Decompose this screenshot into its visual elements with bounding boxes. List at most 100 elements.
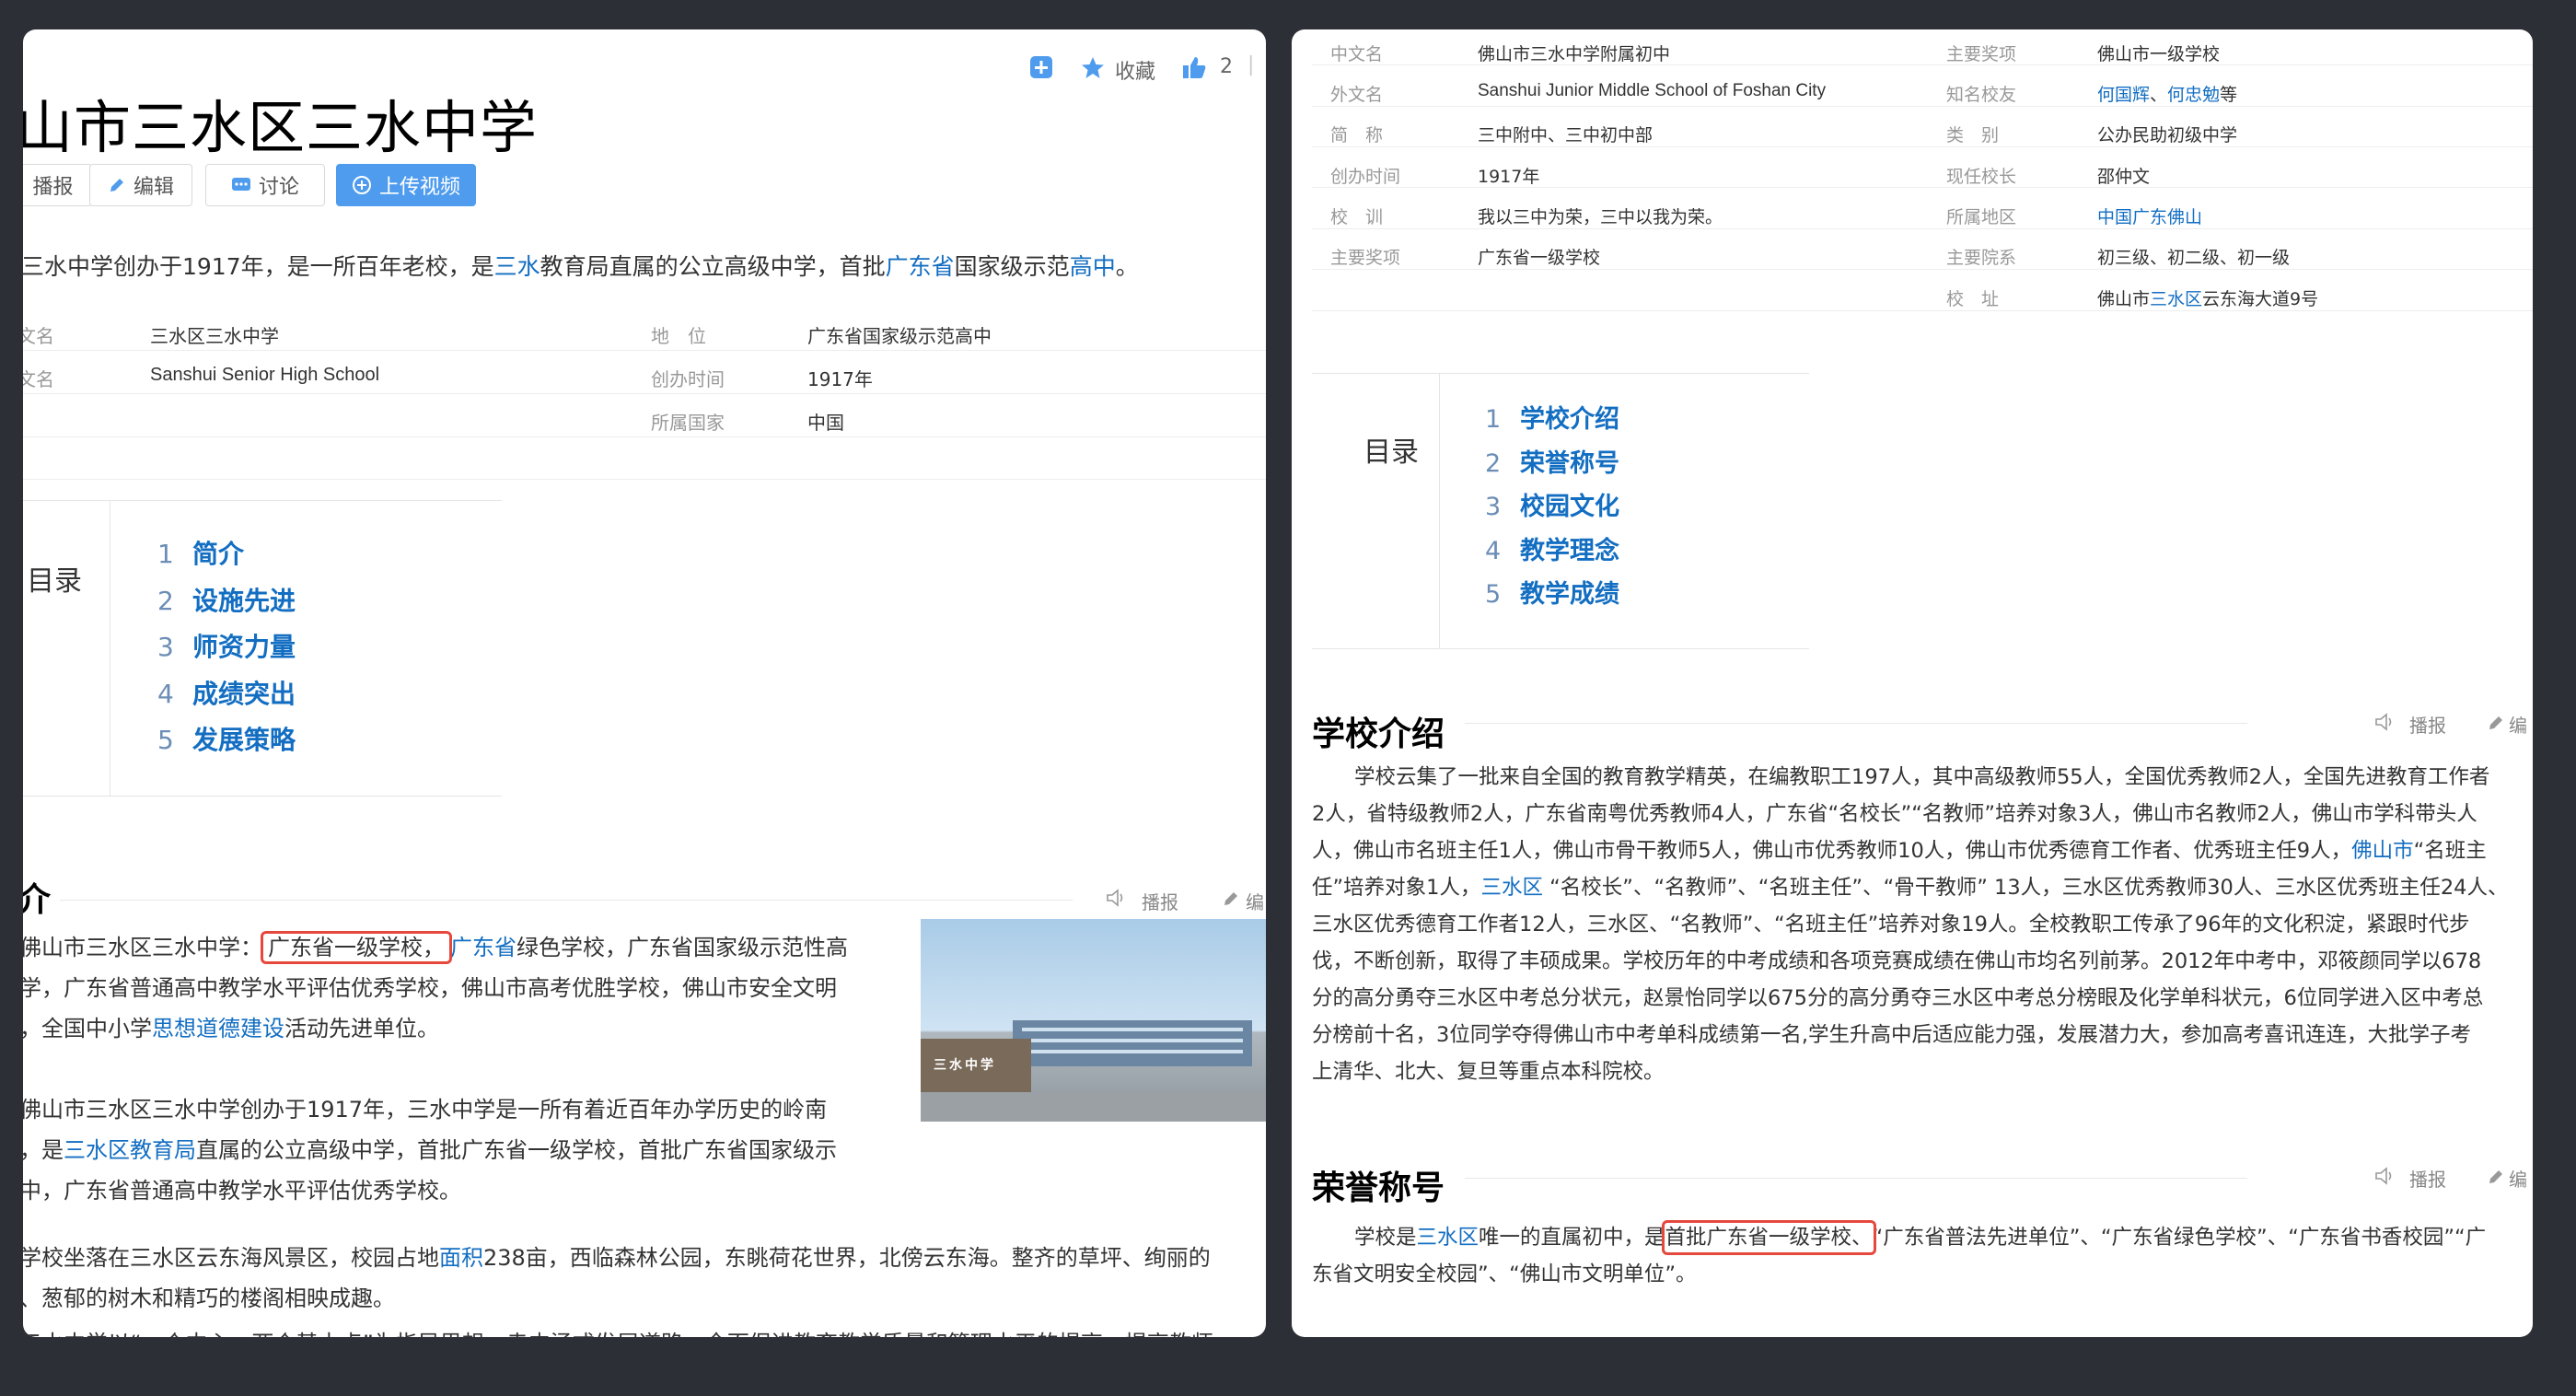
info-value: 公办民助初级中学 [2097,125,2238,145]
discuss-label: 讨论 [258,176,299,199]
speaker-icon[interactable] [2373,712,2396,732]
region-link[interactable]: 中国广东佛山 [2097,204,2202,228]
toc-title: 成绩突出 [192,678,296,709]
right-screenshot-panel: 中文名 佛山市三水中学附属初中 主要奖项 佛山市一级学校 外文名 Sanshui… [1292,29,2533,1337]
discuss-button[interactable]: 讨论 [205,164,325,206]
star-icon[interactable] [1080,55,1106,81]
toc-title: 发展策略 [192,725,296,755]
broadcast-label: 播报 [32,176,74,199]
text-part: 唯一的直属初中，是 [1479,1226,1665,1250]
high-school-link[interactable]: 高中 [1070,253,1116,280]
toc-title: 师资力量 [192,632,296,662]
info-value: 三中附中、三中初中部 [1478,125,1654,145]
info-key: 外文名 [1330,85,1384,105]
toc-item[interactable]: 1 学校介绍 [1485,398,1619,442]
section-edit-label[interactable]: 编 [1246,888,1264,914]
toc-item[interactable]: 3 师资力量 [157,624,296,671]
edit-button[interactable]: 编辑 [89,164,192,206]
info-key: 地 位 [651,325,706,347]
guangdong-link[interactable]: 广东省 [886,253,955,280]
text-part: 佛山市三水区三水中学： [23,935,262,960]
toc-item[interactable]: 4 成绩突出 [157,671,296,718]
text-part: “名校长”、“名教师”、“名班主任”、“骨干教师” 13人，三水区优秀教师30人… [1543,876,2509,900]
info-value: 中国 [807,412,844,434]
plus-square-icon[interactable] [1029,55,1053,79]
school-photo[interactable]: 三水中学 [921,919,1266,1122]
alumnus-link[interactable]: 何国辉 [2097,85,2150,105]
paragraph-3: 学校坐落在三水区云东海风景区，校园占地面积238亩，西临森林公园，东眺荷花世界，… [23,1238,1211,1319]
info-key: 知名校友 [1946,85,2017,105]
toc-item[interactable]: 1 简介 [157,531,296,578]
info-value: 1917年 [1478,167,1540,187]
info-key: 主要院系 [1946,248,2017,268]
text-part: 活动先进单位。 [284,1016,439,1041]
address-value: 佛山市三水区云东海大道9号 [2097,285,2318,310]
toc-item[interactable]: 3 校园文化 [1485,485,1619,529]
area-link[interactable]: 面积 [439,1245,483,1271]
pencil-icon[interactable] [2487,1168,2507,1186]
text-line: 三水区优秀德育工作者12人，三水区、“名教师”、“名班主任”培养对象19人。全校… [1312,913,2470,936]
edit-label: 编辑 [133,176,174,199]
toc-list: 1 简介 2 设施先进 3 师资力量 4 成绩突出 5 发展策略 [157,531,296,764]
section-broadcast-label[interactable]: 播报 [1142,888,1178,914]
info-value: 我以三中为荣，三中以我为荣。 [1478,207,1723,227]
toc-title: 校园文化 [1520,493,1619,521]
toc-number: 5 [1485,580,1502,609]
sanshui-link[interactable]: 三水 [494,253,540,280]
toc-number: 2 [1485,448,1502,478]
toc-item[interactable]: 5 教学成绩 [1485,573,1619,617]
summary-part: 教育局直属的公立高级中学，首批 [540,253,886,280]
info-key: 校 址 [1946,289,2000,309]
pencil-icon [110,179,123,192]
speaker-icon[interactable] [1105,888,1127,908]
section-edit-label[interactable]: 编 [2509,711,2527,738]
text-part: 绿色学校，广东省国家级示范性高 [516,935,848,960]
sanshui-link[interactable]: 三水区 [1480,876,1543,900]
pencil-icon[interactable] [2487,714,2507,732]
toc-item[interactable]: 2 荣誉称号 [1485,442,1619,486]
text-line: 中，广东省普通高中教学水平评估优秀学校。 [23,1178,461,1204]
action-separator: | [1247,53,1255,76]
toc-list: 1 学校介绍 2 荣誉称号 3 校园文化 4 教学理念 5 教学成绩 [1485,398,1619,617]
info-key: 现任校长 [1946,167,2017,187]
pencil-icon[interactable] [1222,890,1242,908]
section-edit-label[interactable]: 编 [2509,1165,2527,1192]
sanshui-education-bureau-link[interactable]: 三水区教育局 [64,1137,196,1163]
favorite-label[interactable]: 收藏 [1115,55,1155,85]
text-line: 分榜前十名，3位同学夺得佛山市中考单科成绩第一名,学生升高中后适应能力强，发展潜… [1312,1023,2471,1047]
section-2-text: 学校是三水区唯一的直属初中，是首批广东省一级学校、 “广东省普法先进单位”、“广东… [1312,1219,2486,1293]
info-value: 广东省一级学校 [1478,248,1601,268]
info-key: 创办时间 [1330,167,1401,187]
moral-education-link[interactable]: 思想道德建设 [152,1016,284,1041]
sanshui-link[interactable]: 三水区 [2150,289,2202,309]
guangdong-link[interactable]: 广东省 [450,935,516,960]
info-key: 文名 [23,368,54,390]
info-value: Sanshui Senior High School [150,365,380,385]
toc-number: 1 [1485,405,1502,434]
school-sign-text: 三水中学 [934,1058,996,1073]
sanshui-link[interactable]: 三水区 [1417,1226,1479,1250]
info-key: 所属地区 [1946,207,2017,227]
text-part: 238亩，西临森林公园，东眺荷花世界，北傍云东海。整齐的草坪、绚丽的 [483,1245,1211,1271]
highlight-box: 首批广东省一级学校、 [1661,1220,1876,1255]
toc-item[interactable]: 5 发展策略 [157,717,296,764]
text-line: 分的高分勇夺三水区中考总分状元，赵景怡同学以675分的高分勇夺三水区中考总分榜眼… [1312,986,2484,1010]
toc-number: 1 [157,539,174,569]
paragraph-1: 佛山市三水区三水中学： 广东省一级学校， 广东省绿色学校，广东省国家级示范性高 学，… [23,927,848,1049]
thumbs-up-icon[interactable] [1181,54,1207,80]
toc-title: 简介 [192,539,245,569]
toc-item[interactable]: 2 设施先进 [157,578,296,625]
alumnus-link[interactable]: 何忠勉 [2167,85,2220,105]
toc-item[interactable]: 4 教学理念 [1485,529,1619,574]
speaker-icon[interactable] [2373,1166,2396,1186]
info-key: 中文名 [1330,44,1384,64]
section-broadcast-label[interactable]: 播报 [2409,711,2446,738]
upload-video-button[interactable]: 上传视频 [336,164,476,206]
foshan-link[interactable]: 佛山市 [2351,839,2414,863]
alumni-value: 何国辉、何忠勉等 [2097,85,2238,105]
highlight-box: 广东省一级学校， [261,931,452,964]
section-broadcast-label[interactable]: 播报 [2409,1165,2446,1192]
toc-number: 4 [157,678,174,709]
text-line: 佛山市三水区三水中学创办于1917年，三水中学是一所有着近百年办学历史的岭南 [23,1097,828,1123]
broadcast-button[interactable]: 播报 [23,164,92,206]
